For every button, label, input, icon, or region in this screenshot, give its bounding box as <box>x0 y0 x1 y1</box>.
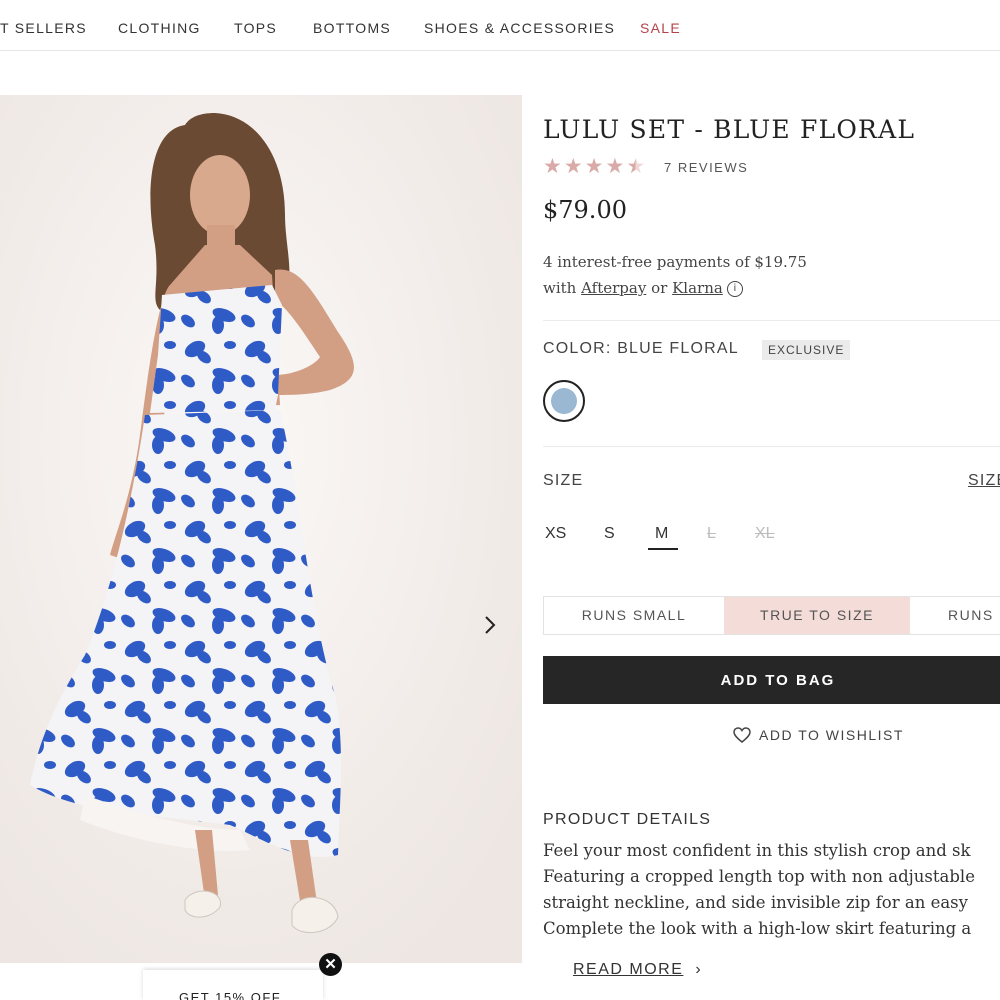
details-line: Featuring a cropped length top with non … <box>543 867 975 886</box>
model-photo-illustration <box>0 95 522 963</box>
details-line: Complete the look with a high-low skirt … <box>543 919 972 938</box>
nav-item-clothing[interactable]: CLOTHING <box>118 20 201 36</box>
star-rating[interactable]: ★ ★ ★ ★ ★ <box>543 156 645 178</box>
color-label: COLOR: BLUE FLORAL <box>543 340 739 357</box>
divider <box>543 320 1000 321</box>
promo-text: GET 15% OFF <box>179 990 282 1000</box>
star-icon: ★ <box>563 155 583 178</box>
swatch-fill <box>551 388 577 414</box>
exclusive-badge: EXCLUSIVE <box>762 340 851 360</box>
nav-item-tops[interactable]: TOPS <box>234 20 277 36</box>
size-option-s[interactable]: S <box>604 525 615 543</box>
installments-providers: with Afterpay or Klarna i <box>543 275 807 301</box>
size-label: SIZE <box>543 472 584 489</box>
fit-selector: RUNS SMALL TRUE TO SIZE RUNS L <box>543 596 1000 635</box>
half-star-icon: ★ <box>626 155 646 178</box>
fit-runs-large[interactable]: RUNS L <box>910 597 1000 634</box>
nav-item-best-sellers[interactable]: T SELLERS <box>0 20 87 36</box>
heart-icon <box>733 727 751 743</box>
star-icon: ★ <box>584 155 604 178</box>
installments-with: with <box>543 279 577 297</box>
top-navigation: T SELLERS CLOTHING TOPS BOTTOMS SHOES & … <box>0 0 1000 51</box>
color-swatch-blue-floral[interactable] <box>543 380 585 422</box>
fit-runs-small[interactable]: RUNS SMALL <box>544 597 724 634</box>
read-more-link[interactable]: READ MORE › <box>573 961 702 979</box>
star-icon: ★ <box>605 155 625 178</box>
size-option-xs[interactable]: XS <box>545 525 566 543</box>
installments-info: 4 interest-free payments of $19.75 with … <box>543 249 807 301</box>
fit-true-to-size[interactable]: TRUE TO SIZE <box>724 597 910 634</box>
promo-tab[interactable]: GET 15% OFF <box>143 970 323 1000</box>
product-price: $79.00 <box>543 196 627 224</box>
product-image <box>0 95 522 963</box>
selected-size-indicator <box>648 548 678 550</box>
size-option-xl[interactable]: XL <box>755 525 775 543</box>
reviews-link[interactable]: 7 REVIEWS <box>664 160 748 175</box>
installments-line: 4 interest-free payments of $19.75 <box>543 253 807 271</box>
read-more-label: READ MORE <box>573 961 684 978</box>
info-icon[interactable]: i <box>726 281 743 297</box>
nav-item-sale[interactable]: SALE <box>640 20 681 36</box>
klarna-link[interactable]: Klarna <box>672 279 723 297</box>
product-details-text: Feel your most confident in this stylish… <box>543 838 1000 942</box>
divider <box>543 446 1000 447</box>
add-to-wishlist-button[interactable]: ADD TO WISHLIST <box>733 724 904 746</box>
add-to-bag-button[interactable]: ADD TO BAG <box>543 656 1000 704</box>
details-line: straight neckline, and side invisible zi… <box>543 893 968 912</box>
size-guide-link[interactable]: SIZE <box>968 472 1000 490</box>
product-title: LULU SET - BLUE FLORAL <box>543 115 916 144</box>
close-icon[interactable]: ✕ <box>319 953 342 976</box>
size-option-m[interactable]: M <box>655 525 668 543</box>
size-option-l[interactable]: L <box>707 525 716 543</box>
details-line: Feel your most confident in this stylish… <box>543 841 971 860</box>
wishlist-label: ADD TO WISHLIST <box>759 727 904 743</box>
next-image-arrow-icon[interactable] <box>483 614 497 636</box>
installments-or: or <box>651 279 668 297</box>
nav-item-bottoms[interactable]: BOTTOMS <box>313 20 391 36</box>
chevron-right-icon: › <box>695 961 703 978</box>
afterpay-link[interactable]: Afterpay <box>581 279 646 297</box>
nav-item-shoes-accessories[interactable]: SHOES & ACCESSORIES <box>424 20 615 36</box>
star-icon: ★ <box>543 155 562 178</box>
product-details-heading: PRODUCT DETAILS <box>543 811 712 828</box>
